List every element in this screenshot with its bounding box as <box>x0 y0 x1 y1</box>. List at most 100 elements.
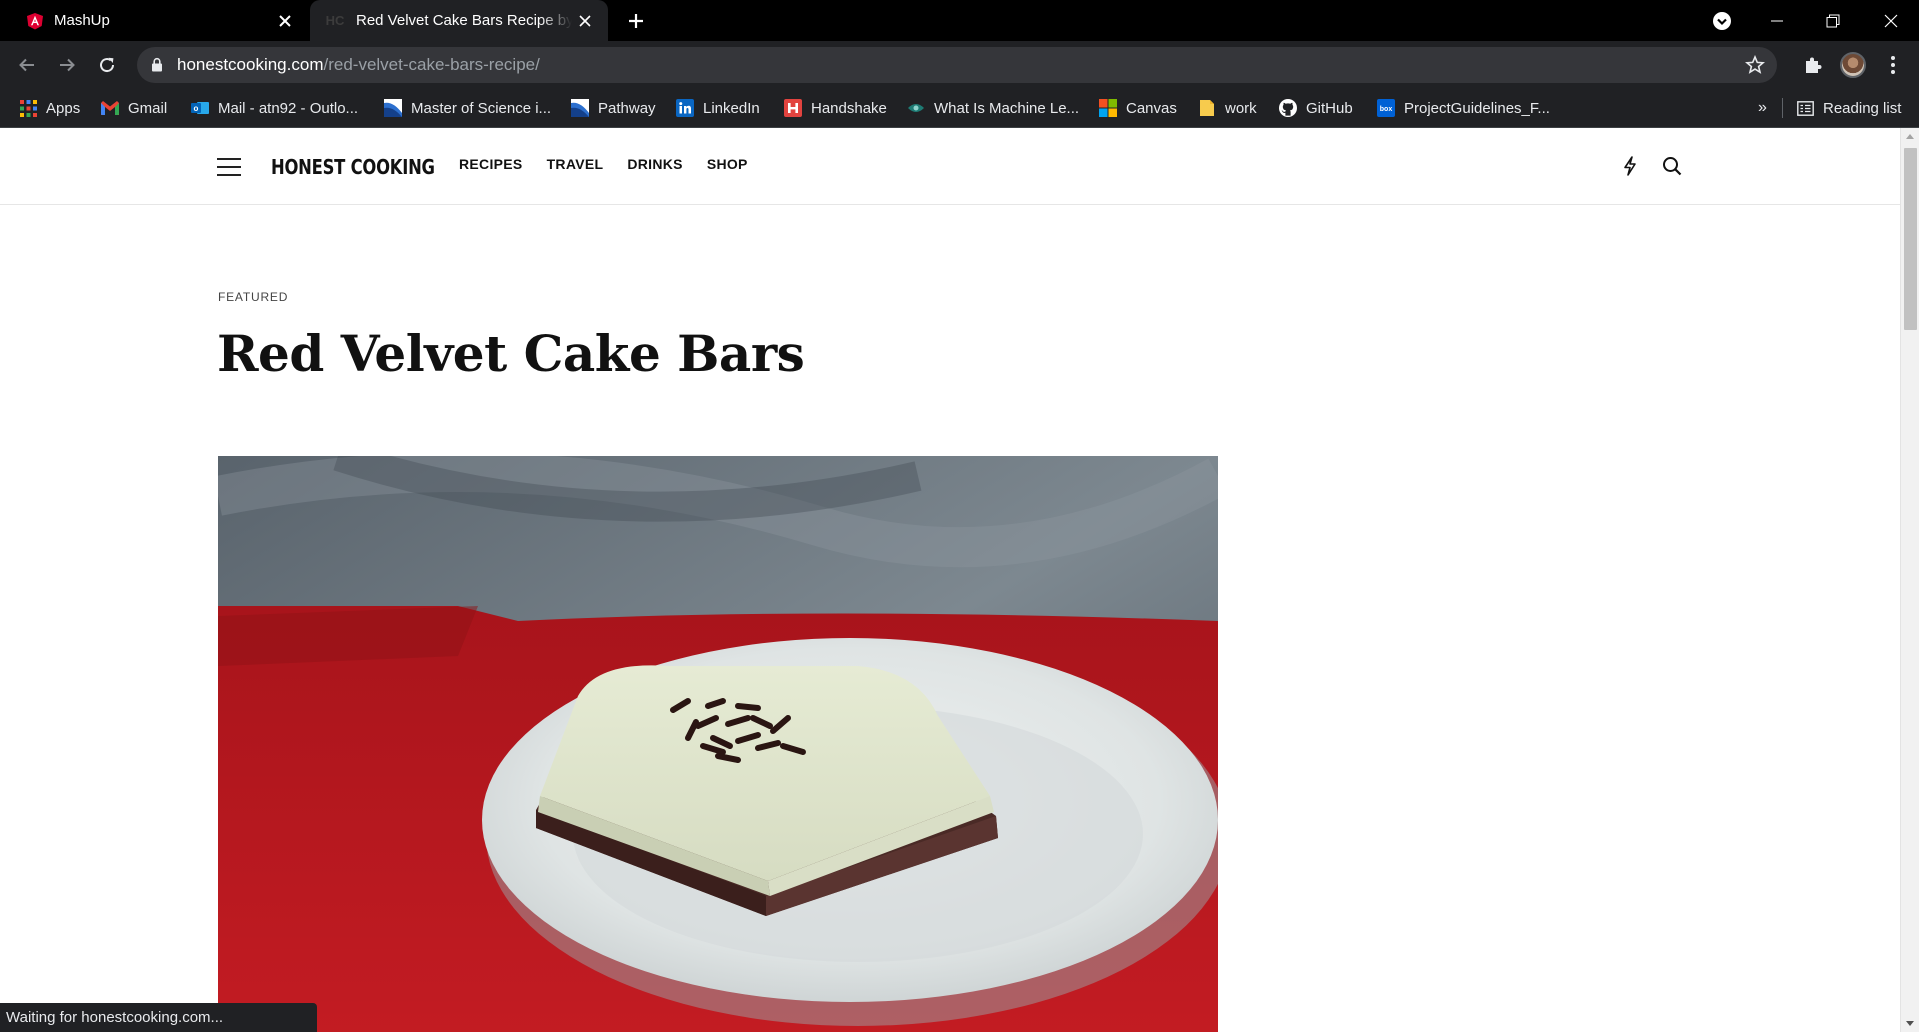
scroll-up-icon[interactable] <box>1906 134 1914 139</box>
bookmark-label: Handshake <box>811 99 887 117</box>
tab-title: MashUp <box>54 12 110 29</box>
bookmark-label: Master of Science i... <box>411 99 552 117</box>
generic-site-icon <box>384 99 402 117</box>
close-icon[interactable] <box>572 8 598 34</box>
bookmark-linkedin[interactable]: LinkedIn <box>676 94 760 122</box>
bookmarks-overflow-button[interactable]: » <box>1758 94 1767 122</box>
status-bubble: Waiting for honestcooking.com... <box>0 1003 317 1032</box>
reading-list-label: Reading list <box>1823 99 1902 117</box>
lightning-icon[interactable] <box>1618 154 1642 178</box>
close-icon[interactable] <box>272 8 298 34</box>
bookmark-gmail[interactable]: Gmail <box>101 94 167 122</box>
divider <box>1782 98 1783 118</box>
reload-button[interactable] <box>90 48 124 82</box>
bookmark-pathway[interactable]: Pathway <box>571 94 656 122</box>
bookmark-label: Mail - atn92 - Outlo... <box>218 99 359 117</box>
bookmark-master-of-science[interactable]: Master of Science i... <box>384 94 551 122</box>
avatar <box>1840 52 1866 78</box>
nav-shop[interactable]: SHOP <box>707 156 748 172</box>
new-tab-button[interactable] <box>622 8 650 34</box>
reading-list-icon <box>1796 99 1814 117</box>
bookmark-handshake[interactable]: Handshake <box>784 94 887 122</box>
eye-icon <box>907 99 925 117</box>
tab-search-button[interactable] <box>1694 0 1750 41</box>
bookmark-label: Canvas <box>1126 99 1177 117</box>
bookmark-machine-learning[interactable]: What Is Machine Le... <box>907 94 1079 122</box>
tab-strip: MashUp HC Red Velvet Cake Bars Recipe by… <box>0 0 1919 41</box>
box-icon: box <box>1377 99 1395 117</box>
github-icon <box>1279 99 1297 117</box>
restore-button[interactable] <box>1805 0 1861 41</box>
web-page: HONEST COOKING RECIPES TRAVEL DRINKS SHO… <box>0 128 1900 1032</box>
overflow-chevron: » <box>1758 99 1767 116</box>
bookmarks-bar: Apps Gmail o Mail - atn92 - Outlo... Mas… <box>0 88 1919 128</box>
scroll-down-icon[interactable] <box>1906 1021 1914 1026</box>
tab-title: Red Velvet Cake Bars Recipe by A <box>356 12 572 29</box>
outlook-icon: o <box>191 99 209 117</box>
bookmark-github[interactable]: GitHub <box>1279 94 1353 122</box>
svg-text:box: box <box>1380 106 1393 113</box>
bookmark-label: Apps <box>46 99 81 117</box>
folder-icon <box>1198 99 1216 117</box>
back-button[interactable] <box>10 48 44 82</box>
svg-text:o: o <box>194 104 199 113</box>
arrow-left-icon <box>19 58 34 72</box>
generic-site-icon <box>571 99 589 117</box>
page-scrollbar[interactable] <box>1900 128 1919 1032</box>
bookmark-label: work <box>1225 99 1257 117</box>
address-bar[interactable]: honestcooking.com/red-velvet-cake-bars-r… <box>137 47 1777 83</box>
lock-icon[interactable] <box>151 57 163 77</box>
puzzle-icon <box>1806 57 1822 73</box>
extensions-button[interactable] <box>1796 48 1830 82</box>
site-logo[interactable]: HONEST COOKING <box>271 150 435 184</box>
article-category[interactable]: FEATURED <box>218 290 288 304</box>
arrow-right-icon <box>60 58 75 72</box>
reload-icon <box>100 57 115 73</box>
site-header: HONEST COOKING RECIPES TRAVEL DRINKS SHO… <box>0 128 1900 205</box>
hc-favicon-icon: HC <box>325 13 345 28</box>
search-icon[interactable] <box>1660 154 1684 178</box>
url-domain: honestcooking.com <box>177 55 324 74</box>
angular-icon <box>26 12 44 30</box>
url-path: /red-velvet-cake-bars-recipe/ <box>323 55 540 74</box>
browser-toolbar: honestcooking.com/red-velvet-cake-bars-r… <box>0 41 1919 88</box>
forward-button[interactable] <box>50 48 84 82</box>
hero-image <box>218 456 1218 1032</box>
bookmark-apps[interactable]: Apps <box>19 94 80 122</box>
bookmark-outlook[interactable]: o Mail - atn92 - Outlo... <box>191 94 358 122</box>
bookmark-canvas[interactable]: Canvas <box>1099 94 1177 122</box>
bookmark-label: Gmail <box>128 99 168 117</box>
bookmark-label: GitHub <box>1306 99 1353 117</box>
bookmark-label: Pathway <box>598 99 656 117</box>
nav-travel[interactable]: TRAVEL <box>547 156 604 172</box>
nav-recipes[interactable]: RECIPES <box>459 156 523 172</box>
apps-grid-icon <box>19 99 37 117</box>
microsoft-icon <box>1099 99 1117 117</box>
bookmark-work[interactable]: work <box>1198 94 1257 122</box>
bookmark-project-guidelines[interactable]: box ProjectGuidelines_F... <box>1377 94 1550 122</box>
close-icon <box>1884 14 1898 27</box>
linkedin-icon <box>676 99 694 117</box>
bookmark-label: ProjectGuidelines_F... <box>1404 99 1550 117</box>
tab-red-velvet[interactable]: HC Red Velvet Cake Bars Recipe by A <box>310 0 608 41</box>
more-vertical-icon <box>1891 56 1895 74</box>
restore-icon <box>1826 14 1840 27</box>
nav-drinks[interactable]: DRINKS <box>627 156 682 172</box>
bookmark-label: What Is Machine Le... <box>934 99 1080 117</box>
menu-button[interactable] <box>1876 48 1910 82</box>
tab-mashup[interactable]: MashUp <box>0 0 308 41</box>
minimize-button[interactable] <box>1749 0 1805 41</box>
main-nav: RECIPES TRAVEL DRINKS SHOP <box>459 156 748 172</box>
chevron-down-icon <box>1713 11 1731 30</box>
hamburger-menu-icon[interactable] <box>217 158 241 176</box>
reading-list-button[interactable]: Reading list <box>1796 94 1901 122</box>
bookmark-label: LinkedIn <box>703 99 760 117</box>
close-window-button[interactable] <box>1863 0 1919 41</box>
bookmark-star-icon[interactable] <box>1744 54 1766 80</box>
scrollbar-thumb[interactable] <box>1904 148 1917 330</box>
url-text[interactable]: honestcooking.com/red-velvet-cake-bars-r… <box>177 47 540 83</box>
gmail-icon <box>101 99 119 117</box>
handshake-icon <box>784 99 802 117</box>
profile-button[interactable] <box>1836 48 1870 82</box>
article-title: Red Velvet Cake Bars <box>217 324 805 383</box>
